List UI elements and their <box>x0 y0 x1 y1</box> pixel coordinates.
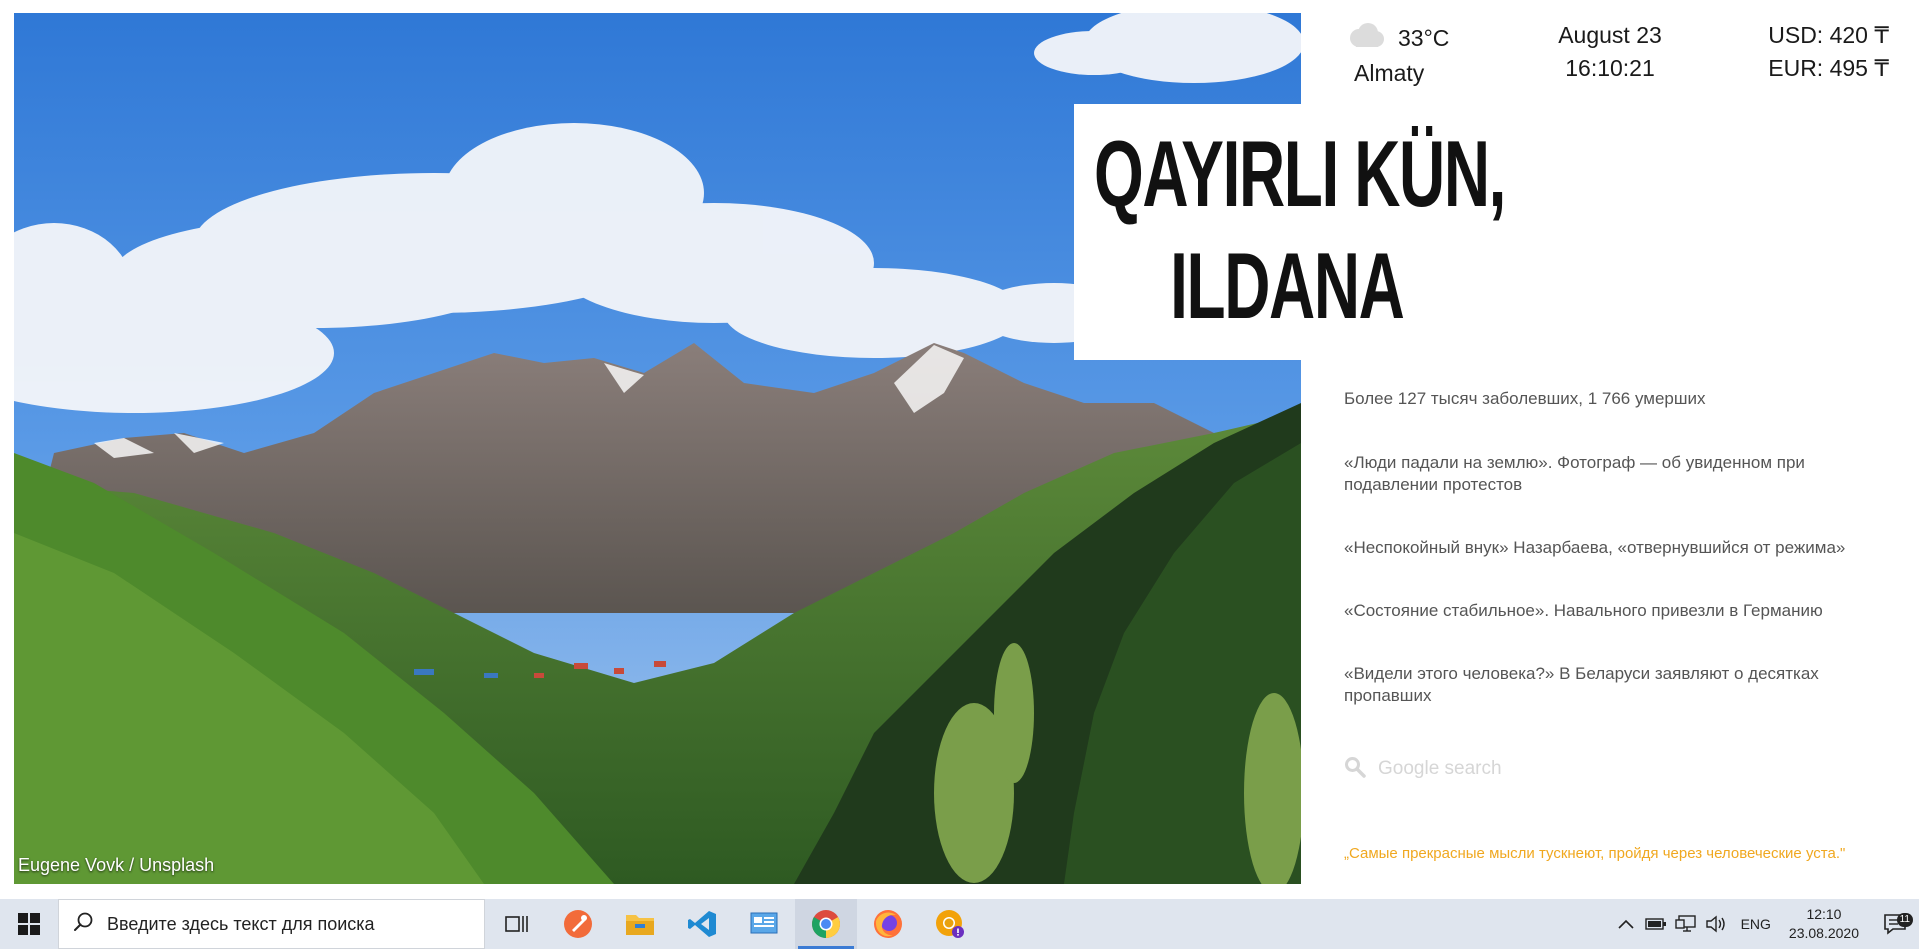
search-icon <box>1344 756 1366 783</box>
file-explorer-icon <box>626 915 654 935</box>
google-search-input[interactable] <box>1376 757 1780 781</box>
start-button[interactable] <box>0 899 58 949</box>
taskbar-app-explorer[interactable] <box>609 899 671 949</box>
news-list: Более 127 тысяч заболевших, 1 766 умерши… <box>1344 388 1884 748</box>
input-language-indicator[interactable]: ENG <box>1741 916 1771 932</box>
chrome-icon <box>812 910 840 938</box>
taskbar-search-box[interactable]: Введите здесь текст для поиска <box>58 899 485 949</box>
taskbar-date: 23.08.2020 <box>1788 925 1859 941</box>
task-view-button[interactable] <box>485 899 547 949</box>
taskbar-app-vscode[interactable] <box>671 899 733 949</box>
quote-text: „Самые прекрасные мысли тускнеют, пройдя… <box>1344 845 1846 862</box>
currency-widget: USD: 420 ₸ EUR: 495 ₸ <box>1768 22 1889 82</box>
system-tray: ENG 12:10 23.08.2020 11 <box>1611 899 1919 949</box>
news-item[interactable]: Более 127 тысяч заболевших, 1 766 умерши… <box>1344 388 1884 410</box>
clock-widget: August 23 16:10:21 <box>1558 22 1662 82</box>
clock-date: August 23 <box>1558 22 1662 48</box>
clock-time: 16:10:21 <box>1565 55 1655 81</box>
google-search-box <box>1344 754 1794 784</box>
speaker-icon <box>1705 915 1725 933</box>
windows-logo-icon <box>18 913 40 935</box>
show-hidden-icons-button[interactable] <box>1611 919 1641 929</box>
volume-button[interactable] <box>1701 915 1731 933</box>
weather-temperature: 33°C <box>1398 24 1450 51</box>
news-item[interactable]: «Неспокойный внук» Назарбаева, «отвернув… <box>1344 537 1884 559</box>
greeting-line1: QAYIRLI KÜN, <box>1094 121 1506 226</box>
usd-rate: USD: 420 ₸ <box>1768 22 1889 48</box>
chrome-canary-icon <box>936 910 964 938</box>
notification-count-badge: 11 <box>1896 913 1913 927</box>
eur-rate: EUR: 495 ₸ <box>1768 55 1889 81</box>
greeting-heading: QAYIRLI KÜN, ILDANA <box>1094 118 1506 342</box>
weather-widget: 33°C Almaty <box>1346 22 1449 87</box>
battery-icon <box>1644 918 1666 930</box>
taskbar-app-chrome-canary[interactable] <box>919 899 981 949</box>
taskbar-app-chrome[interactable] <box>795 899 857 949</box>
firefox-icon <box>874 910 902 938</box>
chevron-up-icon <box>1618 919 1634 929</box>
network-icon <box>1674 915 1696 932</box>
taskbar-app-postman[interactable] <box>547 899 609 949</box>
weather-city: Almaty <box>1354 60 1425 86</box>
photo-credit[interactable]: Eugene Vovk / Unsplash <box>18 855 214 876</box>
search-icon <box>73 911 95 938</box>
control-panel-icon <box>750 912 778 934</box>
taskbar-app-control-panel[interactable] <box>733 899 795 949</box>
news-item[interactable]: «Видели этого человека?» В Беларуси заяв… <box>1344 663 1884 707</box>
taskbar-app-firefox[interactable] <box>857 899 919 949</box>
postman-icon <box>564 910 592 938</box>
taskbar-search-placeholder: Введите здесь текст для поиска <box>107 913 375 934</box>
taskbar-clock[interactable]: 12:10 23.08.2020 <box>1789 905 1859 943</box>
greeting-name: ILDANA <box>1170 233 1405 338</box>
cloud-icon <box>1346 22 1386 54</box>
news-item[interactable]: «Состояние стабильное». Навального приве… <box>1344 600 1884 622</box>
battery-button[interactable] <box>1641 917 1671 931</box>
action-center-button[interactable]: 11 <box>1871 913 1919 935</box>
network-button[interactable] <box>1671 915 1701 933</box>
news-item[interactable]: «Люди падали на землю». Фотограф — об ув… <box>1344 452 1884 496</box>
windows-taskbar: Введите здесь текст для поиска ENG 12:10… <box>0 899 1919 949</box>
vscode-icon <box>688 911 716 937</box>
taskbar-time: 12:10 <box>1806 906 1842 922</box>
task-view-icon <box>505 916 528 932</box>
